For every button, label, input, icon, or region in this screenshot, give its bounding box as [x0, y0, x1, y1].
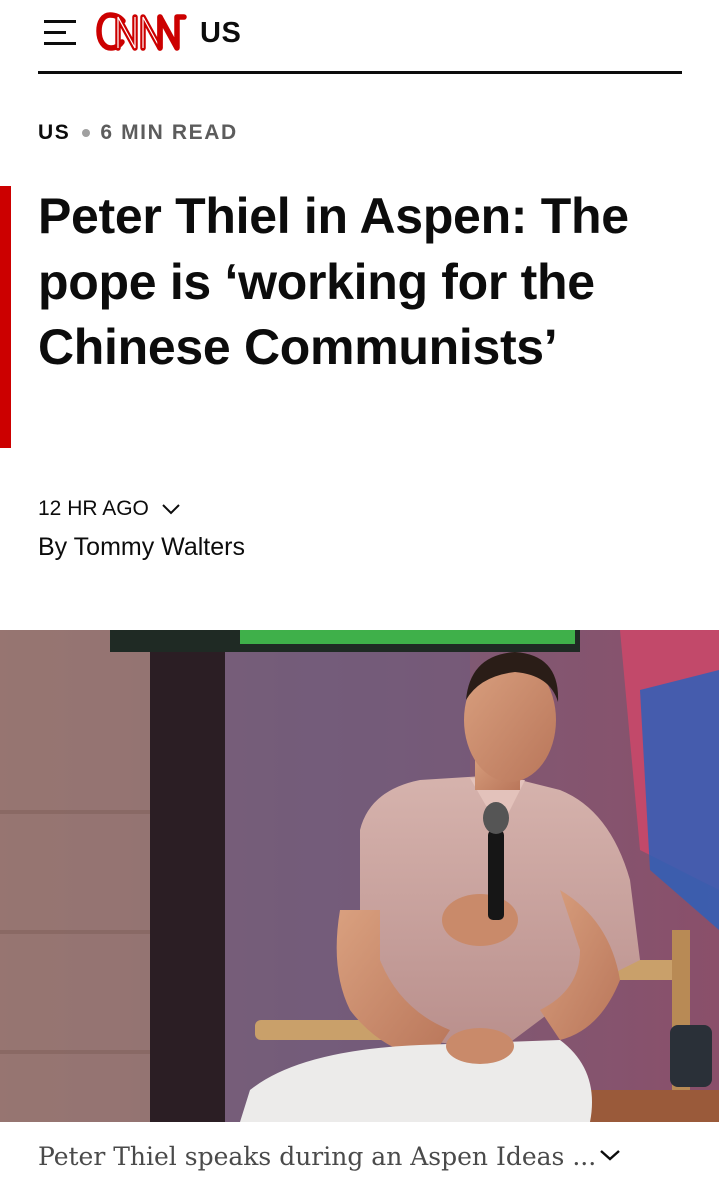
- lead-image[interactable]: [0, 630, 719, 1122]
- timestamp-toggle[interactable]: 12 HR AGO: [38, 497, 181, 521]
- chevron-down-icon: [161, 497, 181, 521]
- site-header: US: [38, 0, 682, 74]
- article-headline: Peter Thiel in Aspen: The pope is ‘worki…: [38, 188, 629, 375]
- author-link[interactable]: Tommy Walters: [74, 533, 245, 561]
- byline: By Tommy Walters: [38, 533, 245, 562]
- read-time: 6 MIN READ: [100, 121, 238, 144]
- cnn-logo[interactable]: [96, 11, 188, 55]
- hamburger-menu-icon[interactable]: [42, 17, 78, 47]
- cnn-logo-mark: [96, 12, 187, 51]
- eyebrow-section[interactable]: US: [38, 121, 70, 145]
- image-caption: Peter Thiel speaks during an Aspen Ideas…: [38, 1142, 597, 1171]
- image-caption-toggle[interactable]: Peter Thiel speaks during an Aspen Ideas…: [0, 1122, 719, 1194]
- lead-image-photo: [0, 630, 719, 1122]
- chevron-down-icon: [598, 1148, 622, 1167]
- eyebrow-separator-dot: [82, 129, 91, 137]
- timestamp-text: 12 HR AGO: [38, 497, 149, 520]
- headline-accent-bar: [0, 186, 11, 448]
- article-eyebrow: US 6 MIN READ: [38, 121, 238, 145]
- section-link-us[interactable]: US: [200, 17, 241, 50]
- byline-prefix: By: [38, 533, 74, 561]
